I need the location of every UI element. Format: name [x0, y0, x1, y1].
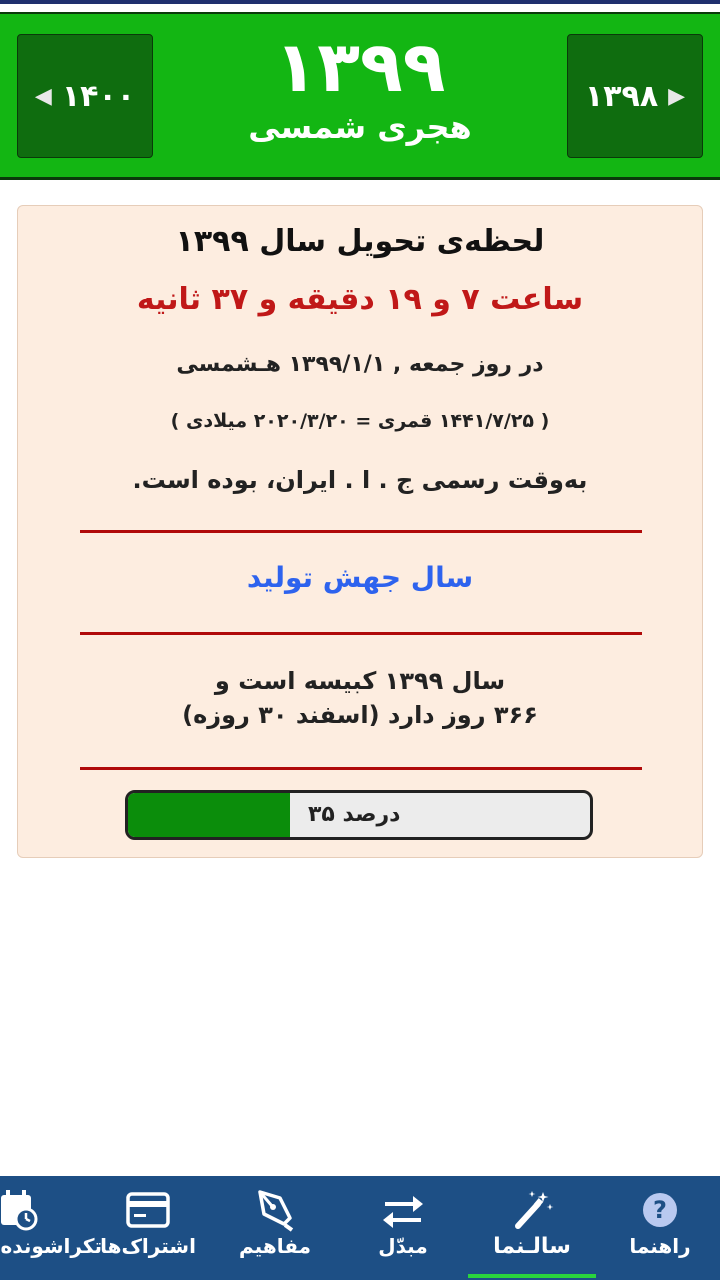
year-slogan: سال جهش تولید: [246, 561, 474, 594]
progress-fill: [128, 793, 290, 837]
year-progress-bar: ۳۵ درصد: [125, 790, 593, 840]
help-icon: ?: [643, 1193, 677, 1227]
tab-recurring[interactable]: تکراشونده: [0, 1176, 102, 1280]
tab-subscriptions[interactable]: اشتراک‌ها: [88, 1176, 208, 1280]
leap-line-1: سال ۱۳۹۹ کبیسه است و: [214, 667, 506, 695]
year-title: ۱۳۹۹: [274, 26, 446, 108]
prev-year-button[interactable]: ۱۳۹۸ ▶: [567, 34, 703, 158]
transition-time: ساعت ۷ و ۱۹ دقیقه و ۳۷ ثانیه: [136, 282, 584, 317]
magic-wand-icon: [515, 1191, 554, 1229]
divider: [80, 530, 642, 533]
tab-calendar[interactable]: سالـنما: [468, 1176, 596, 1280]
divider: [80, 632, 642, 635]
tab-label: اشتراک‌ها: [100, 1234, 196, 1258]
pen-nib-icon: [258, 1190, 294, 1232]
calendar-type: هجری شمسی: [248, 108, 472, 146]
active-tab-indicator: [468, 1274, 596, 1278]
prev-year-label: ۱۳۹۸: [584, 78, 659, 114]
card-icon: [126, 1192, 170, 1228]
tab-label: مفاهیم: [238, 1234, 311, 1258]
year-header: ◀ ۱۴۰۰ ۱۳۹۹ هجری شمسی ۱۳۹۸ ▶: [0, 12, 720, 180]
bottom-navigation: ? راهنما سالـنما مبدّل: [0, 1176, 720, 1280]
tab-label: راهنما: [629, 1234, 691, 1258]
top-line: [0, 0, 720, 4]
tab-label: تکراشونده: [0, 1234, 102, 1258]
leap-line-2: ۳۶۶ روز دارد (اسفند ۳۰ روزه): [182, 701, 538, 729]
tab-label: سالـنما: [493, 1234, 571, 1259]
leap-year-info: سال ۱۳۹۹ کبیسه است و ۳۶۶ روز دارد (اسفند…: [18, 664, 702, 732]
card-title: لحظه‌ی تحویل سال ۱۳۹۹: [175, 224, 545, 259]
tab-help[interactable]: ? راهنما: [600, 1176, 720, 1280]
current-year: ۱۳۹۹ هجری شمسی: [160, 14, 560, 146]
tab-converter[interactable]: مبدّل: [343, 1176, 463, 1280]
tab-label: مبدّل: [378, 1234, 428, 1258]
progress-label: ۳۵ درصد: [308, 802, 401, 827]
timezone-note: به‌وقت رسمی ج . ا . ایران، بوده است.: [132, 466, 588, 494]
next-year-button[interactable]: ◀ ۱۴۰۰: [17, 34, 153, 158]
swap-icon: [383, 1196, 423, 1228]
transition-date: در روز جمعه , ۱۳۹۹/۱/۱ هـ‍شمسی: [176, 352, 544, 377]
next-year-label: ۱۴۰۰: [61, 78, 136, 114]
calendar-clock-icon: [1, 1190, 38, 1231]
date-equivalents: ( ۱۴۴۱/۷/۲۵ قمری = ۲۰۲۰/۳/۲۰ میلادی ): [170, 410, 550, 432]
divider: [80, 767, 642, 770]
new-year-card: لحظه‌ی تحویل سال ۱۳۹۹ ساعت ۷ و ۱۹ دقیقه …: [17, 205, 703, 858]
tab-concepts[interactable]: مفاهیم: [215, 1176, 335, 1280]
svg-text:?: ?: [653, 1196, 667, 1224]
arrow-left-icon: ◀: [34, 83, 52, 109]
arrow-right-icon: ▶: [668, 83, 686, 109]
